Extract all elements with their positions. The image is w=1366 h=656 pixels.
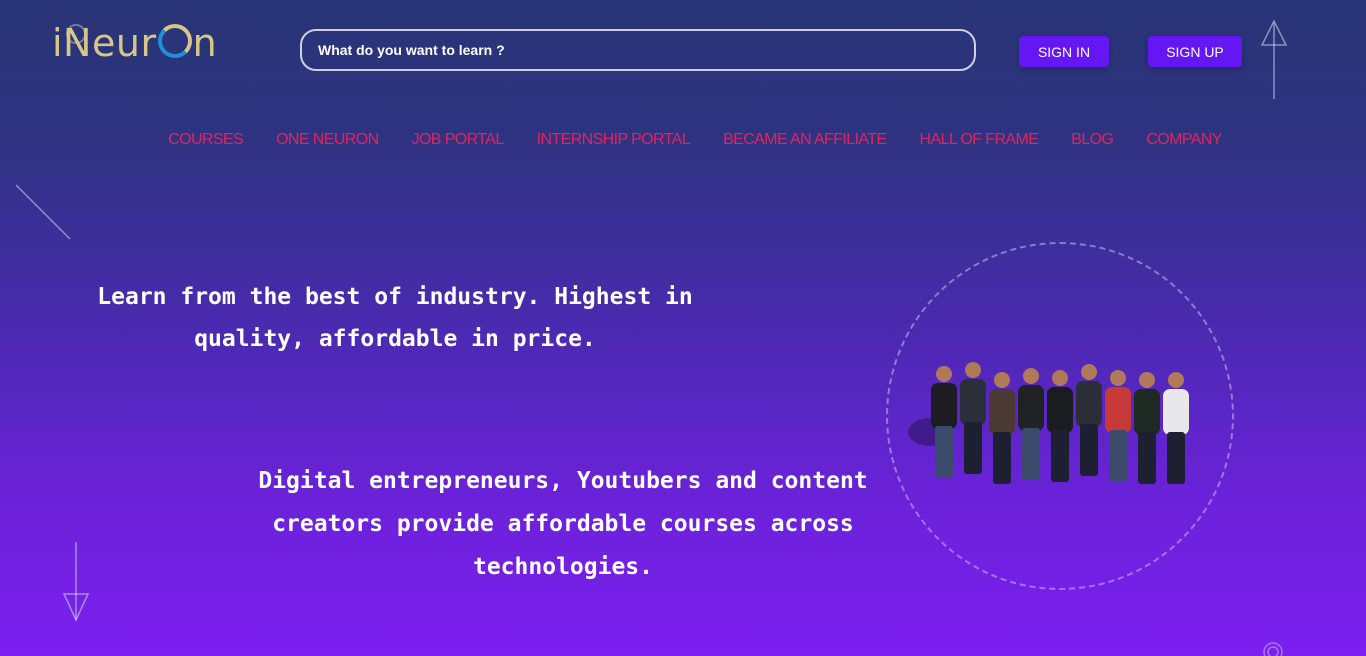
nav-hall-of-frame[interactable]: HALL OF FRAME [920, 131, 1039, 149]
logo-text-start: iNeur [52, 21, 157, 65]
down-arrow-icon [62, 542, 90, 622]
up-arrow-icon [1260, 19, 1288, 99]
concentric-ring-decoration [1263, 642, 1283, 656]
nav-job-portal[interactable]: JOB PORTAL [412, 131, 505, 149]
nav-became-an-affiliate[interactable]: BECAME AN AFFILIATE [723, 131, 887, 149]
sign-in-button[interactable]: SIGN IN [1019, 36, 1109, 67]
nav-internship-portal[interactable]: INTERNSHIP PORTAL [537, 131, 691, 149]
hero-headline: Learn from the best of industry. Highest… [97, 284, 693, 352]
search-input[interactable] [316, 41, 974, 59]
nav-company[interactable]: COMPANY [1146, 131, 1222, 149]
nav-one-neuron[interactable]: ONE NEURON [276, 131, 379, 149]
nav-blog[interactable]: BLOG [1071, 131, 1114, 149]
diagonal-line-decoration [15, 184, 71, 240]
team-photo [908, 362, 1189, 484]
main-nav: COURSES ONE NEURON JOB PORTAL INTERNSHIP… [0, 131, 1366, 149]
hero-subtext: Digital entrepreneurs, Youtubers and con… [258, 468, 868, 580]
nav-courses[interactable]: COURSES [168, 131, 244, 149]
site-logo[interactable]: iNeur n [52, 24, 217, 62]
logo-ring-icon [157, 24, 192, 58]
search-bar [300, 29, 976, 71]
logo-text-end: n [192, 21, 218, 65]
sign-up-button[interactable]: SIGN UP [1148, 36, 1242, 67]
